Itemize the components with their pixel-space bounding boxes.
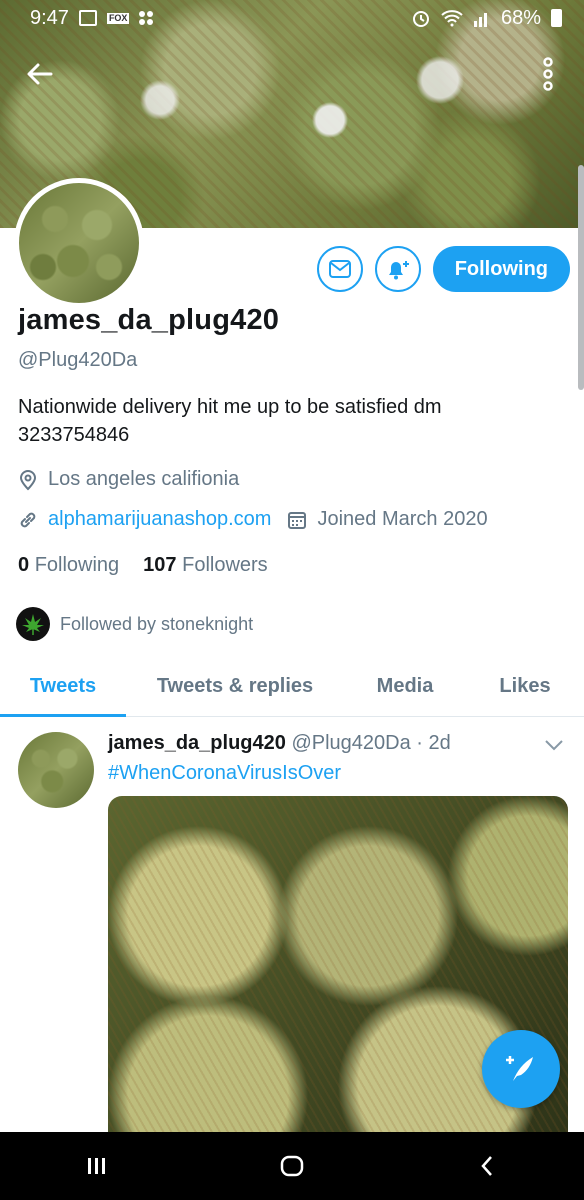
battery-icon bbox=[551, 9, 562, 27]
tab-likes[interactable]: Likes bbox=[466, 656, 584, 716]
tab-tweets[interactable]: Tweets bbox=[0, 656, 126, 717]
tweet-header: james_da_plug420 @Plug420Da · 2d bbox=[108, 732, 451, 755]
more-vertical-icon bbox=[543, 57, 553, 91]
clock: 9:47 bbox=[30, 6, 69, 29]
display-name: james_da_plug420 bbox=[18, 304, 280, 336]
message-button[interactable] bbox=[316, 246, 363, 292]
status-bar: 9:47 FOX 68% bbox=[0, 0, 584, 36]
link-icon bbox=[20, 512, 36, 527]
tweet-menu-button[interactable] bbox=[544, 738, 564, 757]
tweet-hashtag[interactable]: #WhenCoronaVirusIsOver bbox=[108, 762, 341, 785]
location-row: Los angeles califionia bbox=[18, 468, 239, 491]
website-link[interactable]: alphamarijuanashop.com bbox=[48, 508, 271, 531]
tweet-handle-time: @Plug420Da · 2d bbox=[291, 732, 451, 754]
user-handle: @Plug420Da bbox=[18, 349, 138, 371]
tab-media[interactable]: Media bbox=[344, 656, 466, 716]
battery-percent: 68% bbox=[500, 6, 541, 29]
follow-stats: 0 Following 107 Followers bbox=[18, 554, 268, 577]
home-button[interactable] bbox=[252, 1136, 332, 1196]
joined-date: Joined March 2020 bbox=[317, 508, 488, 530]
bell-plus-icon bbox=[388, 261, 409, 280]
following-stat[interactable]: 0 Following bbox=[18, 554, 119, 577]
home-icon bbox=[280, 1155, 304, 1177]
profile-bio: Nationwide delivery hit me up to be sati… bbox=[18, 396, 442, 446]
compose-tweet-button[interactable] bbox=[482, 1030, 560, 1108]
followed-by-row[interactable]: Followed by stoneknight bbox=[16, 607, 253, 641]
arrow-left-icon bbox=[27, 63, 53, 85]
following-button[interactable]: Following bbox=[432, 246, 570, 292]
apps-icon bbox=[139, 11, 154, 25]
profile-actions: Following bbox=[316, 246, 570, 292]
news-icon: FOX bbox=[106, 12, 130, 24]
recent-apps-button[interactable] bbox=[57, 1136, 137, 1196]
followed-by-text: Followed by stoneknight bbox=[60, 613, 254, 634]
feather-plus-icon bbox=[506, 1056, 533, 1081]
tweet-author-name[interactable]: james_da_plug420 bbox=[108, 732, 286, 754]
wifi-icon bbox=[441, 10, 463, 27]
recent-apps-icon bbox=[88, 1158, 106, 1174]
location-pin-icon bbox=[19, 469, 37, 490]
calendar-icon bbox=[288, 511, 307, 529]
tab-tweets-replies[interactable]: Tweets & replies bbox=[126, 656, 344, 716]
more-options-button[interactable] bbox=[526, 52, 570, 96]
signal-icon bbox=[473, 13, 487, 27]
back-nav-button[interactable] bbox=[447, 1136, 527, 1196]
tweet-author-avatar[interactable] bbox=[18, 732, 94, 808]
chevron-left-icon bbox=[480, 1156, 492, 1176]
website-row: alphamarijuanashop.com Joined March 2020 bbox=[18, 508, 488, 531]
chevron-down-icon bbox=[545, 740, 563, 751]
profile-avatar[interactable] bbox=[14, 178, 144, 308]
notifications-button[interactable] bbox=[374, 246, 421, 292]
envelope-icon bbox=[328, 260, 351, 278]
profile-tabs: Tweets Tweets & replies Media Likes bbox=[0, 656, 584, 717]
system-nav-bar bbox=[0, 1132, 584, 1200]
followers-stat[interactable]: 107 Followers bbox=[143, 554, 268, 577]
gallery-icon bbox=[78, 10, 97, 26]
follower-avatar bbox=[16, 607, 50, 641]
leaf-icon bbox=[22, 614, 44, 635]
scrollbar[interactable] bbox=[578, 165, 584, 390]
back-button[interactable] bbox=[18, 52, 62, 96]
location-text: Los angeles califionia bbox=[48, 468, 240, 490]
alarm-icon bbox=[412, 11, 429, 27]
